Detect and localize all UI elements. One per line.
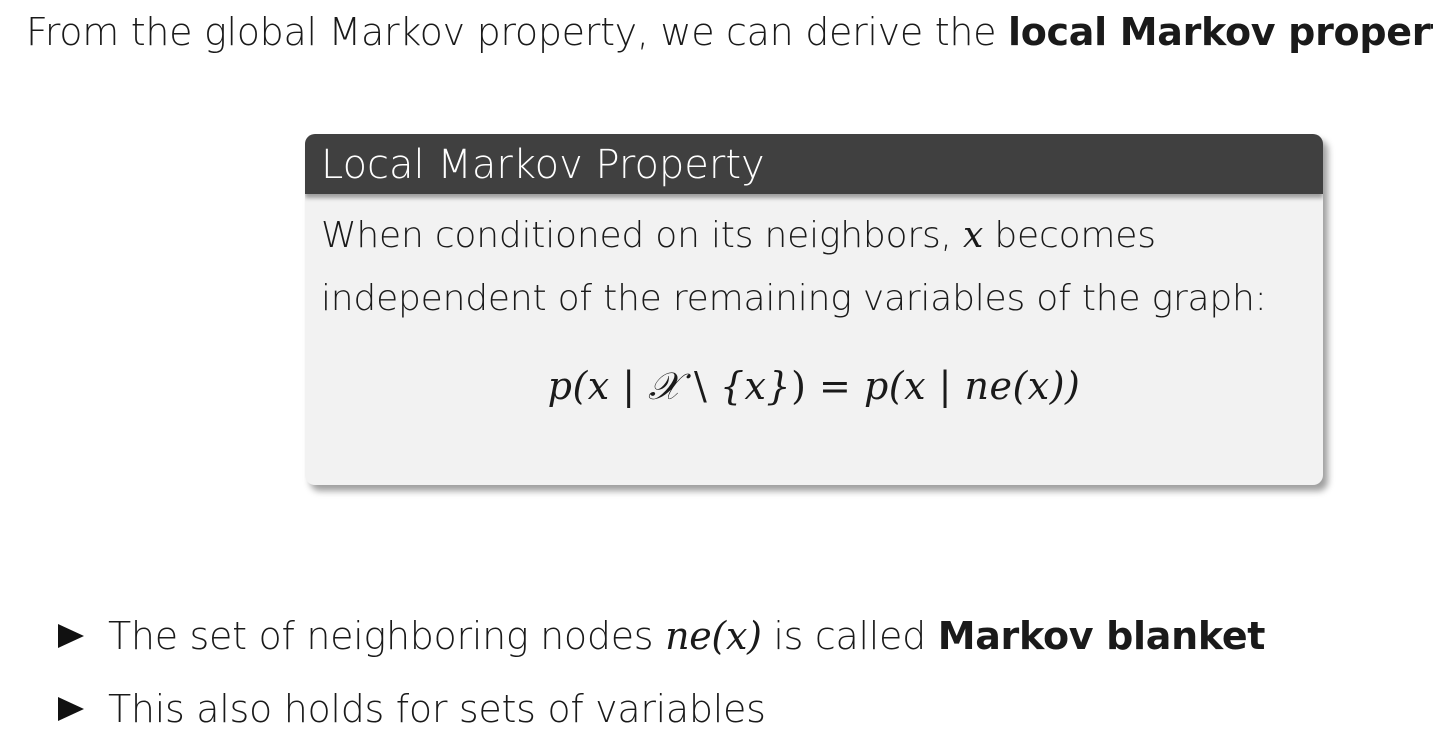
block-line1-pre: When conditioned on its neighbors, — [321, 215, 964, 256]
triangle-bullet-icon — [58, 623, 84, 648]
block-line1-post: becomes — [983, 215, 1156, 256]
eq-lhs-p: p — [547, 364, 573, 408]
eq-rhs-args: (x | ne(x)) — [888, 364, 1081, 408]
markov-equation: p(x | 𝒳 \ {x}) = p(x | ne(x)) — [305, 364, 1323, 409]
eq-set-x: {x} — [719, 364, 792, 408]
bullet1-mid: is called — [761, 614, 938, 658]
bullet1-math: ne(x) — [665, 614, 762, 658]
definition-block: Local Markov Property When conditioned o… — [305, 134, 1323, 485]
bullet1-pre: The set of neighboring nodes — [108, 614, 666, 658]
eq-close: ) — [791, 364, 807, 408]
block-title: Local Markov Property — [305, 134, 1323, 194]
block-line-2: independent of the remaining variables o… — [321, 278, 1267, 319]
bullet-item: The set of neighboring nodes ne(x) is ca… — [58, 608, 1265, 681]
eq-set-symbol: 𝒳 — [648, 364, 682, 408]
bullet2-text: This also holds for sets of variables — [108, 687, 766, 731]
eq-lhs-args: (x | — [572, 364, 649, 408]
intro-text: From the global Markov property, we can … — [26, 10, 1008, 54]
bullet-list: The set of neighboring nodes ne(x) is ca… — [58, 608, 1265, 754]
intro-bold-term: local Markov property: — [1007, 10, 1433, 54]
triangle-bullet-icon — [58, 696, 84, 721]
block-line1-var: x — [963, 215, 984, 256]
eq-setminus: \ — [681, 364, 720, 408]
eq-rhs-p: p — [863, 364, 889, 408]
block-line-1: When conditioned on its neighbors, x bec… — [321, 204, 1307, 267]
block-body: When conditioned on its neighbors, x bec… — [305, 194, 1323, 330]
bullet-item: This also holds for sets of variables — [58, 681, 1265, 754]
bullet1-bold: Markov blanket — [937, 614, 1266, 658]
eq-equals: = — [806, 364, 864, 408]
intro-sentence: From the global Markov property, we can … — [26, 10, 1433, 54]
